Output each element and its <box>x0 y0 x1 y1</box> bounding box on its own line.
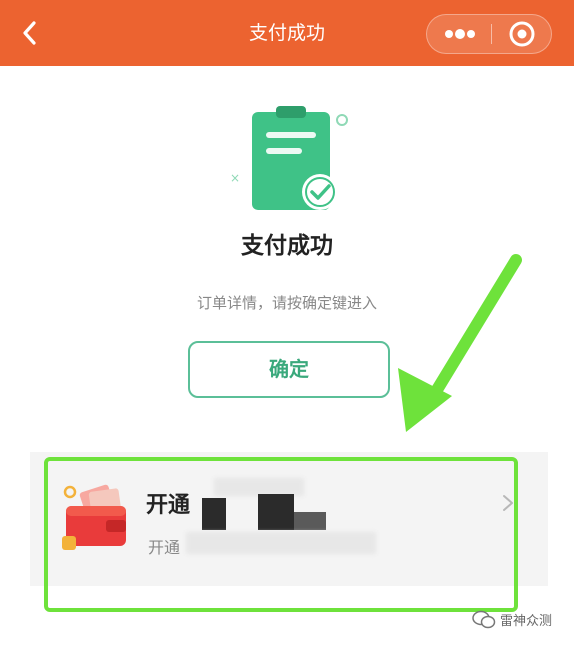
wechat-icon <box>472 610 496 629</box>
watermark-text: 雷神众测 <box>500 614 553 629</box>
clipboard-check-icon: × <box>222 100 352 215</box>
more-dots-icon <box>445 29 475 39</box>
target-circle-icon <box>509 21 535 47</box>
close-miniprogram-button[interactable] <box>492 15 552 53</box>
svg-text:×: × <box>230 171 240 185</box>
capsule-menu <box>426 14 552 54</box>
back-button[interactable] <box>16 18 46 48</box>
chevron-left-icon <box>23 21 36 45</box>
green-arrow-icon <box>390 248 530 438</box>
more-button[interactable] <box>427 15 491 53</box>
highlight-frame <box>44 457 518 612</box>
confirm-button[interactable]: 确定 <box>188 341 390 398</box>
header-bar: 支付成功 <box>0 0 574 66</box>
